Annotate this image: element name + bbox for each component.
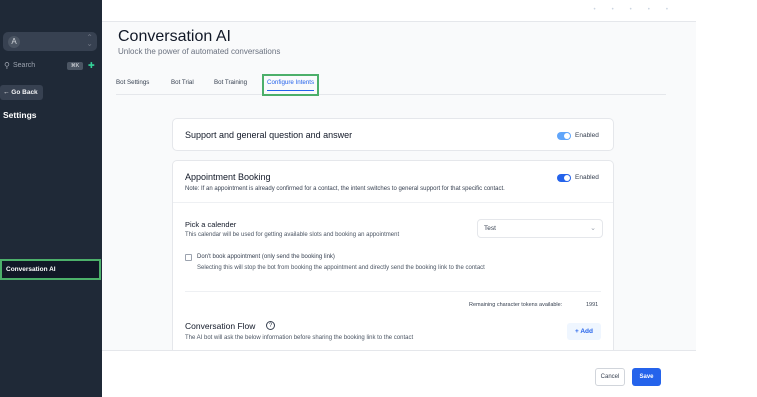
appointment-toggle[interactable] [557,174,571,182]
sidebar-search[interactable]: ⚲ Search ⌘K ✚ [0,60,102,73]
intent-card-appointment: Appointment Booking Enabled Note: If an … [172,160,614,355]
app-root: A ⌃ ⌄ ⚲ Search ⌘K ✚ ← Go Back Settings Co… [0,0,757,397]
status-text: Enabled [575,174,599,181]
conversation-flow-title: Conversation Flow [185,321,256,331]
chevron-updown-icon: ⌃ ⌄ [86,33,93,48]
tab-bot-training[interactable]: Bot Training [214,79,247,86]
conversation-flow-help: The AI bot will ask the below informatio… [185,335,414,341]
help-icon[interactable]: ? [266,321,275,330]
search-icon: ⚲ [4,61,10,70]
shortcut-badge: ⌘K [67,62,83,70]
tab-configure-intents-label: Configure Intents [267,79,315,86]
go-back-button[interactable]: ← Go Back [0,85,43,100]
top-bar: ••••• [102,0,696,22]
intent-card-support: Support and general question and answer … [172,118,614,151]
main-content: ••••• Conversation AI Unlock the power o… [102,0,696,355]
sidebar-item-conversation-ai[interactable]: Conversation AI [0,259,101,280]
save-button[interactable]: Save [632,368,661,386]
status-text: Enabled [575,132,599,139]
bolt-icon[interactable]: ✚ [88,61,95,70]
tab-bot-settings[interactable]: Bot Settings [116,79,149,86]
footer-bar: Cancel Save [102,350,696,397]
support-toggle[interactable] [557,132,571,140]
dont-book-help: Selecting this will stop the bot from bo… [197,265,485,271]
dont-book-checkbox[interactable] [185,254,192,261]
sidebar-section-title: Settings [3,110,37,120]
page-title: Conversation AI [118,28,231,45]
remaining-tokens-value: 1991 [586,302,599,308]
calendar-label: Pick a calender [185,220,237,229]
tab-bot-trial[interactable]: Bot Trial [171,79,194,86]
add-flow-button[interactable]: + Add [567,323,601,340]
sidebar: A ⌃ ⌄ ⚲ Search ⌘K ✚ ← Go Back Settings Co… [0,0,102,397]
calendar-select[interactable]: Test ⌄ [477,219,603,238]
topbar-icons: ••••• [593,7,684,13]
page-subtitle: Unlock the power of automated conversati… [118,47,281,56]
divider [173,202,613,203]
tab-bar: Bot Settings Bot Trial Bot Training Conf… [116,74,666,96]
intent-title: Appointment Booking [185,172,271,182]
avatar: A [8,36,20,48]
account-switcher[interactable]: A ⌃ ⌄ [3,32,97,51]
tab-configure-intents[interactable]: Configure Intents [262,74,320,96]
dont-book-label: Don't book appointment (only send the bo… [197,254,335,260]
calendar-select-value: Test [484,225,496,232]
intent-title: Support and general question and answer [185,130,353,140]
calendar-help: This calendar will be used for getting a… [185,232,400,238]
cancel-button[interactable]: Cancel [595,368,625,386]
active-tab-underline [267,89,315,91]
search-input[interactable]: Search [13,62,35,69]
intent-note: Note: If an appointment is already confi… [185,186,505,192]
chevron-down-icon: ⌄ [590,225,596,232]
divider [185,291,601,292]
remaining-tokens-label: Remaining character tokens available: [469,302,563,308]
